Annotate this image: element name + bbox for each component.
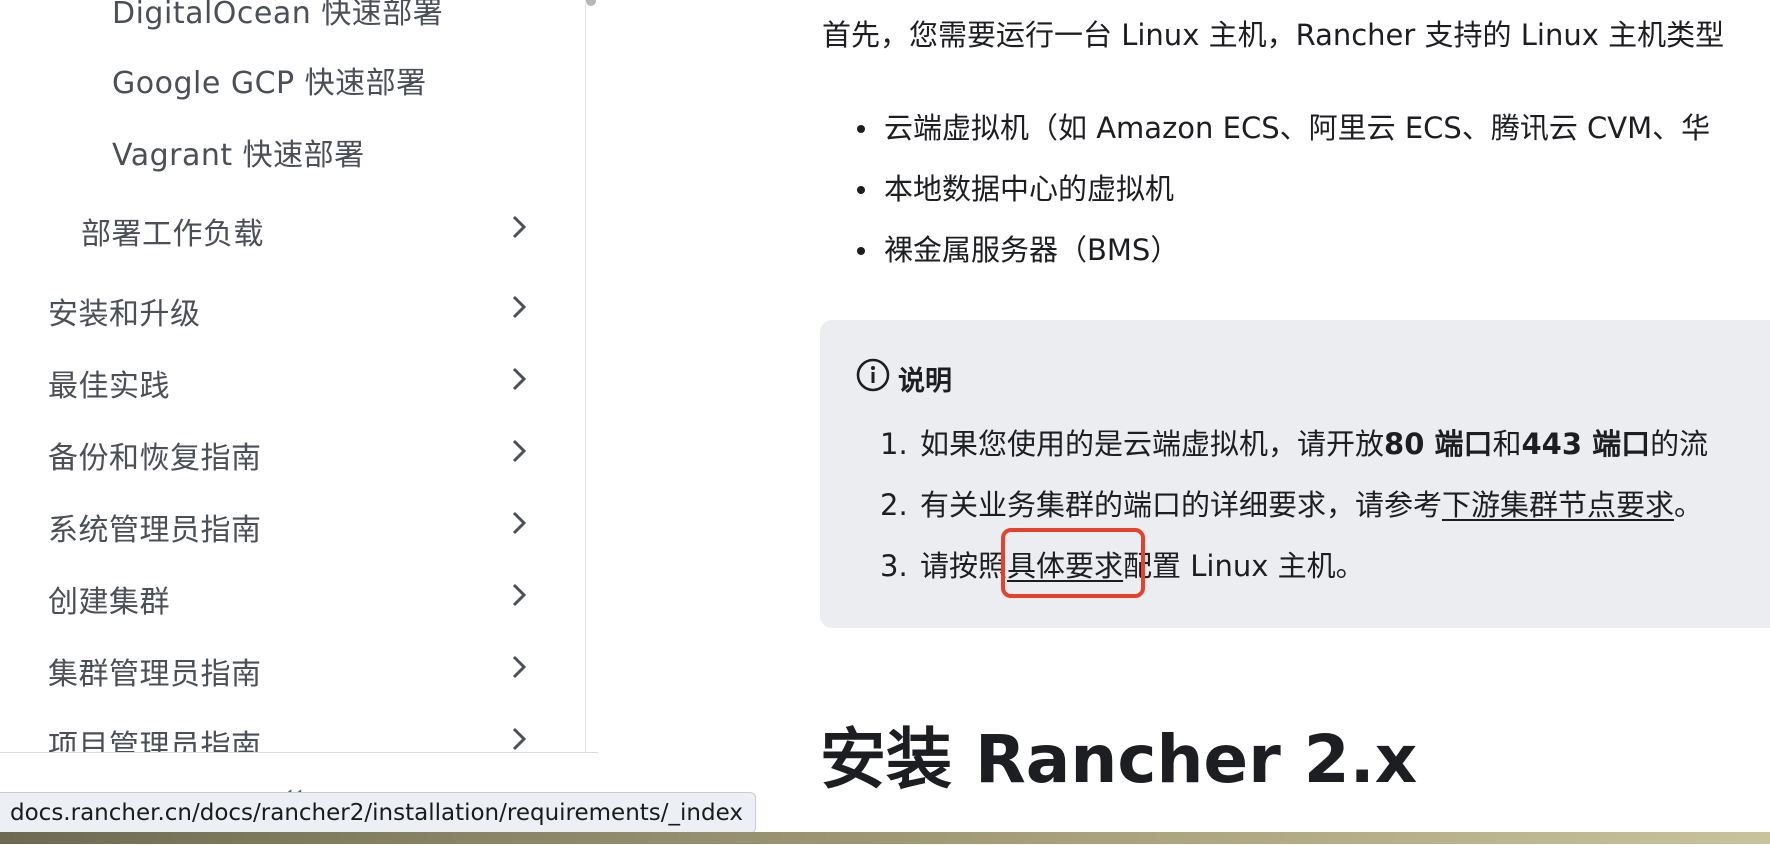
chevron-right-icon[interactable]: [507, 215, 531, 239]
link-status-bar: docs.rancher.cn/docs/rancher2/installati…: [0, 792, 756, 834]
chevron-right-icon[interactable]: [507, 439, 531, 463]
highlight-annotation-box: [1001, 528, 1145, 598]
note-text: 有关业务集群的端口的详细要求，请参考: [920, 488, 1443, 522]
note-text: 。: [1674, 488, 1704, 522]
sidebar-item-label: Vagrant 快速部署: [112, 138, 365, 173]
sidebar-item-label: DigitalOcean 快速部署: [112, 0, 444, 31]
sidebar-item-label: 最佳实践: [48, 369, 170, 404]
sidebar-item-deploy-workloads[interactable]: 部署工作负载: [81, 209, 264, 253]
sidebar-item-label: Google GCP 快速部署: [112, 66, 427, 101]
list-number: 1.: [880, 427, 908, 461]
note-text: 如果您使用的是云端虚拟机，请开放: [920, 427, 1385, 461]
note-text: 的流: [1650, 427, 1709, 461]
chevron-right-icon[interactable]: [507, 511, 531, 535]
sidebar-item-label: 部署工作负载: [81, 217, 264, 252]
list-number: 3.: [880, 549, 908, 583]
note-text: 配置 Linux 主机。: [1123, 549, 1365, 583]
chevron-right-icon[interactable]: [507, 655, 531, 679]
sidebar-item-label: 系统管理员指南: [48, 513, 262, 548]
sidebar-item-backup-restore[interactable]: 备份和恢复指南: [48, 433, 262, 477]
note-text: 和: [1492, 427, 1522, 461]
note-admonition: 说明 1. 如果您使用的是云端虚拟机，请开放 80 端口 和 443 端口 的流…: [820, 320, 1770, 628]
sidebar-item-label: 备份和恢复指南: [48, 441, 262, 476]
info-icon: [856, 358, 898, 399]
list-item: 云端虚拟机（如 Amazon ECS、阿里云 ECS、腾讯云 CVM、华: [822, 98, 1710, 159]
note-text: 请按照: [920, 549, 1008, 583]
list-number: 2.: [880, 488, 908, 522]
note-header: 说明: [856, 358, 952, 399]
chevron-right-icon[interactable]: [507, 367, 531, 391]
downstream-node-requirements-link[interactable]: 下游集群节点要求: [1442, 475, 1674, 536]
list-item: 裸金属服务器（BMS）: [822, 220, 1710, 281]
host-type-list: 云端虚拟机（如 Amazon ECS、阿里云 ECS、腾讯云 CVM、华 本地数…: [822, 98, 1710, 281]
sidebar-nav: DigitalOcean 快速部署 Google GCP 快速部署 Vagran…: [0, 0, 586, 844]
list-item: 2. 有关业务集群的端口的详细要求，请参考 下游集群节点要求 。: [880, 475, 1708, 536]
section-heading: 安装 Rancher 2.x: [820, 721, 1418, 798]
port-443-text: 443 端口: [1521, 427, 1651, 461]
note-title: 说明: [898, 366, 952, 397]
sidebar-item-label: 安装和升级: [48, 297, 201, 332]
chevron-right-icon[interactable]: [507, 295, 531, 319]
chevron-right-icon[interactable]: [507, 583, 531, 607]
sidebar-item-label: 集群管理员指南: [48, 657, 262, 692]
sidebar-item-cluster-admin-guide[interactable]: 集群管理员指南: [48, 649, 262, 693]
sidebar-item-google-gcp[interactable]: Google GCP 快速部署: [112, 58, 427, 102]
sidebar-item-install-upgrade[interactable]: 安装和升级: [48, 289, 201, 333]
chevron-right-icon[interactable]: [507, 727, 531, 751]
sidebar-item-best-practices[interactable]: 最佳实践: [48, 361, 170, 405]
list-item: 1. 如果您使用的是云端虚拟机，请开放 80 端口 和 443 端口 的流: [880, 414, 1708, 475]
sidebar-item-create-cluster[interactable]: 创建集群: [48, 577, 170, 621]
sidebar-scrollbar[interactable]: [586, 0, 596, 6]
status-url: docs.rancher.cn/docs/rancher2/installati…: [10, 800, 743, 826]
desktop-background-strip: [0, 832, 1770, 844]
port-80-text: 80 端口: [1384, 427, 1493, 461]
sidebar-item-label: 创建集群: [48, 585, 170, 620]
sidebar-item-vagrant[interactable]: Vagrant 快速部署: [112, 130, 365, 174]
sidebar-item-digitalocean[interactable]: DigitalOcean 快速部署: [112, 0, 443, 32]
intro-paragraph: 首先，您需要运行一台 Linux 主机，Rancher 支持的 Linux 主机…: [822, 18, 1725, 52]
sidebar-item-admin-guide[interactable]: 系统管理员指南: [48, 505, 262, 549]
list-item: 本地数据中心的虚拟机: [822, 159, 1710, 220]
